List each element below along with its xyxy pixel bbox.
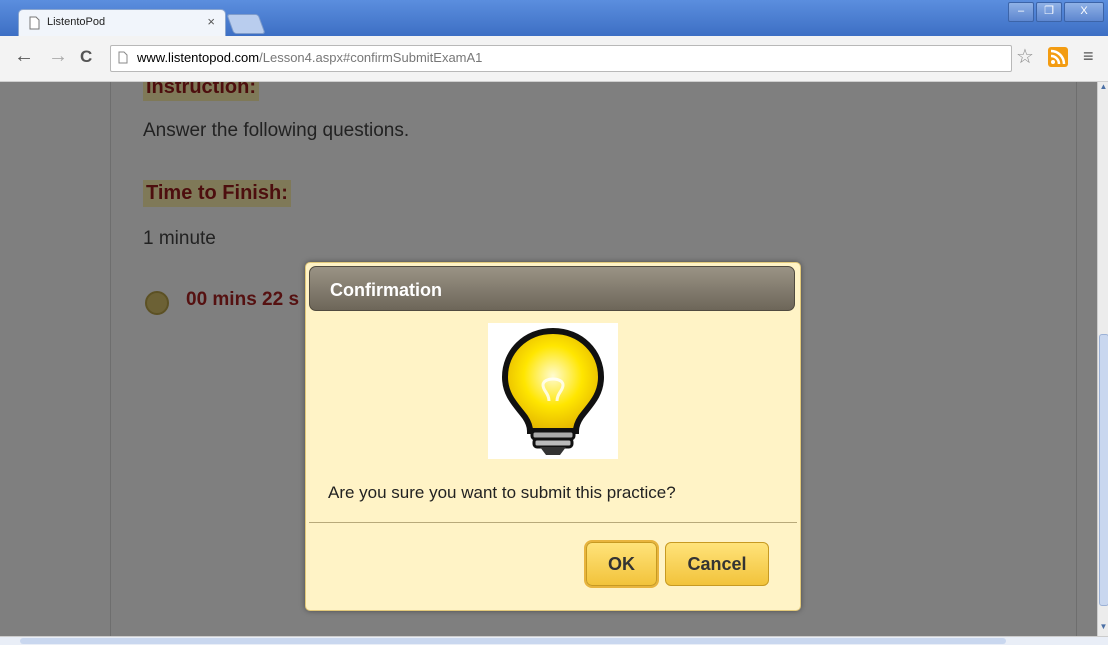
dialog-title: Confirmation bbox=[330, 280, 442, 300]
cancel-button[interactable]: Cancel bbox=[665, 542, 769, 586]
browser-tab[interactable]: ListentoPod × bbox=[18, 9, 226, 37]
url-domain: www.listentopod.com bbox=[137, 50, 260, 65]
scroll-up-icon[interactable]: ▲ bbox=[1098, 82, 1108, 96]
forward-icon[interactable]: → bbox=[48, 45, 68, 68]
minimize-button[interactable]: – bbox=[1008, 2, 1034, 22]
address-bar[interactable]: www.listentopod.com/Lesson4.aspx#confirm… bbox=[110, 45, 1012, 72]
browser-titlebar: ListentoPod × – ❐ X bbox=[0, 0, 1108, 37]
tab-close-icon[interactable]: × bbox=[207, 14, 215, 29]
scroll-thumb[interactable] bbox=[1099, 334, 1108, 606]
browser-toolbar: ← → C www.listentopod.com/Lesson4.aspx#c… bbox=[0, 36, 1108, 82]
document-icon bbox=[29, 16, 40, 30]
rss-icon[interactable] bbox=[1048, 47, 1068, 67]
url-text: www.listentopod.com/Lesson4.aspx#confirm… bbox=[137, 50, 482, 65]
close-window-button[interactable]: X bbox=[1064, 2, 1104, 22]
restore-button[interactable]: ❐ bbox=[1036, 2, 1062, 22]
horizontal-scroll-thumb[interactable] bbox=[20, 638, 1006, 644]
new-tab-button[interactable] bbox=[226, 14, 266, 34]
window-controls: – ❐ X bbox=[1008, 2, 1104, 22]
dialog-header[interactable]: Confirmation bbox=[309, 266, 795, 311]
tab-title: ListentoPod bbox=[47, 16, 106, 28]
page-icon bbox=[118, 51, 128, 64]
confirmation-dialog: Confirmation Are you sure you want to su… bbox=[305, 262, 801, 611]
bookmark-star-icon[interactable]: ☆ bbox=[1016, 44, 1034, 69]
back-icon[interactable]: ← bbox=[14, 45, 34, 68]
dialog-divider bbox=[309, 522, 797, 523]
lightbulb-icon bbox=[488, 323, 618, 459]
confirmation-message: Are you sure you want to submit this pra… bbox=[328, 483, 676, 502]
scroll-down-icon[interactable]: ▼ bbox=[1098, 622, 1108, 636]
vertical-scrollbar[interactable]: ▲ ▼ bbox=[1097, 82, 1108, 636]
ok-button[interactable]: OK bbox=[586, 542, 657, 586]
reload-icon[interactable]: C bbox=[80, 47, 92, 67]
url-path: /Lesson4.aspx#confirmSubmitExamA1 bbox=[259, 50, 483, 65]
menu-icon[interactable]: ≡ bbox=[1083, 46, 1094, 67]
